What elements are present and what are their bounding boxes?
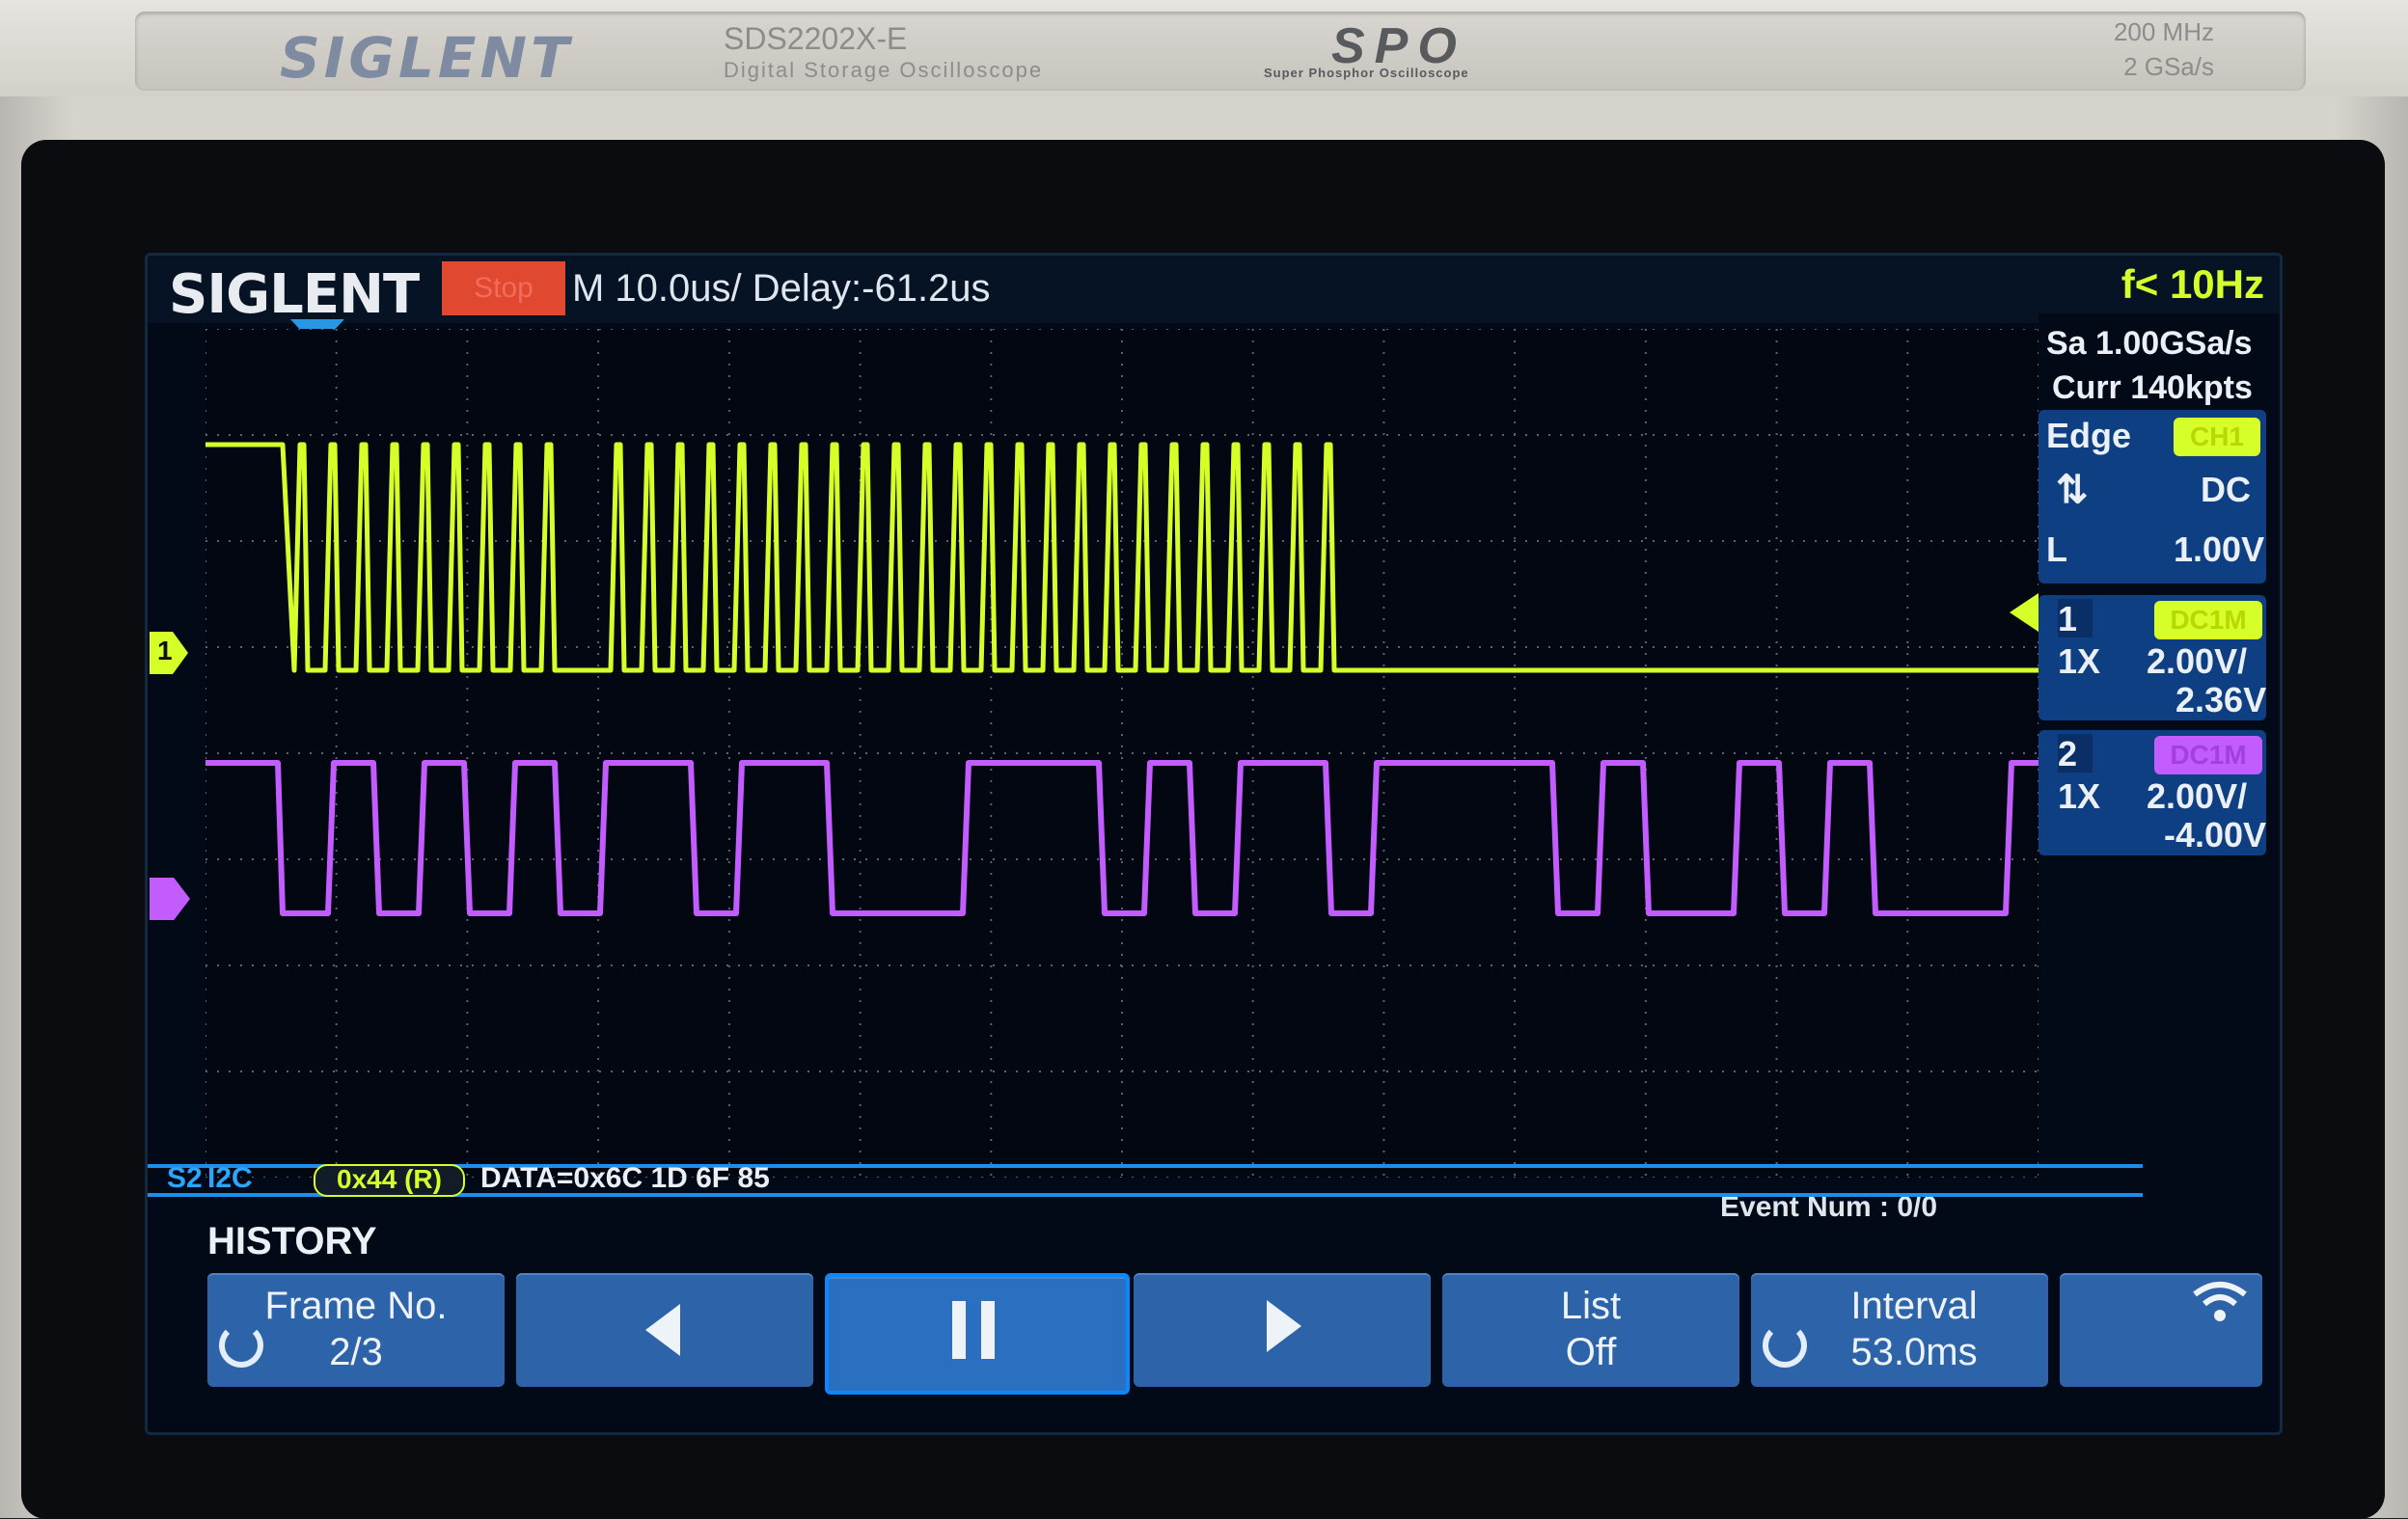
play-forward-icon (1267, 1300, 1301, 1352)
ch2-coupling-tag: DC1M (2154, 736, 2262, 774)
ch2-panel[interactable]: 2 DC1M 1X 2.00V/ -4.00V (2039, 730, 2266, 855)
interval-value: 53.0ms (1850, 1331, 1978, 1373)
trigger-level: 1.00V (2174, 529, 2265, 569)
ch1-waveform (205, 442, 2039, 673)
ch2-scale: 2.00V/ (2147, 776, 2248, 816)
pause-icon (952, 1301, 995, 1359)
trigger-panel[interactable]: Edge CH1 ⇅ DC L 1.00V (2039, 410, 2266, 583)
ch2-probe: 1X (2058, 776, 2101, 816)
interval-label: Interval (1850, 1285, 1978, 1327)
ch1-probe: 1X (2058, 641, 2101, 681)
screen-logo: SIGLENT (169, 263, 420, 326)
play-backward-icon (645, 1304, 680, 1356)
trigger-type: Edge (2046, 416, 2132, 455)
previous-frame-button[interactable] (516, 1273, 813, 1387)
edge-both-icon: ⇅ (2056, 469, 2089, 511)
spec-bandwidth: 200 MHz (2113, 17, 2214, 46)
list-label: List (1560, 1285, 1622, 1327)
ch1-scale: 2.00V/ (2147, 641, 2248, 681)
wifi-icon (2193, 1282, 2247, 1321)
ch1-panel[interactable]: 1 DC1M 1X 2.00V/ 2.36V (2039, 595, 2266, 720)
info-panel: Sa 1.00GSa/s Curr 140kpts Edge CH1 ⇅ DC … (2039, 313, 2280, 1162)
graticule (205, 329, 2039, 1178)
ch2-marker[interactable] (150, 878, 190, 920)
next-frame-button[interactable] (1134, 1273, 1431, 1387)
spo-subtitle: Super Phosphor Oscilloscope (1264, 66, 1469, 80)
ch2-number: 2 (2058, 734, 2093, 773)
ch1-marker-label: 1 (157, 636, 173, 665)
waveform-grid (205, 329, 2039, 1178)
brand-strip: SIGLENT SDS2202X-E Digital Storage Oscil… (135, 12, 2306, 91)
decode-data: DATA=0x6C 1D 6F 85 (480, 1162, 770, 1194)
pause-button[interactable] (825, 1273, 1130, 1395)
ch1-number: 1 (2058, 599, 2093, 638)
spec-samplerate: 2 GSa/s (2123, 52, 2214, 81)
model-description: Digital Storage Oscilloscope (724, 58, 1044, 82)
status-bar: SIGLENT Stop M 10.0us/ Delay:-61.2us f< … (148, 256, 2280, 326)
ch2-offset: -4.00V (2164, 815, 2267, 854)
trigger-coupling: DC (2201, 470, 2251, 509)
decode-bar[interactable]: S2 I2C 0x44 (R) DATA=0x6C 1D 6F 85 (148, 1158, 2145, 1199)
trigger-source-tag: CH1 (2174, 418, 2260, 456)
sample-rate: Sa 1.00GSa/s (2046, 325, 2253, 362)
ch1-coupling-tag: DC1M (2154, 601, 2262, 639)
memory-depth: Curr 140kpts (2052, 369, 2253, 406)
softkey-menu: Frame No. 2/3 List Off Interval 53.0ms (207, 1273, 2272, 1398)
frame-no-button[interactable]: Frame No. 2/3 (207, 1273, 505, 1387)
ch1-offset: 2.36V (2175, 680, 2267, 719)
interval-button[interactable]: Interval 53.0ms (1751, 1273, 2048, 1387)
wifi-status-button[interactable] (2060, 1273, 2262, 1387)
decode-protocol: I2C (207, 1162, 253, 1194)
frame-no-value: 2/3 (329, 1331, 383, 1373)
frame-no-label: Frame No. (264, 1285, 448, 1327)
run-stop-badge[interactable]: Stop (442, 261, 565, 315)
brand-logo: SIGLENT (280, 25, 573, 91)
menu-title: HISTORY (207, 1220, 377, 1262)
list-toggle-button[interactable]: List Off (1442, 1273, 1739, 1387)
timebase-readout[interactable]: M 10.0us/ Delay:-61.2us (572, 267, 991, 311)
trigger-level-label: L (2046, 529, 2067, 569)
ch1-level-marker[interactable]: 1 (150, 632, 188, 674)
model-label: SDS2202X-E (724, 21, 908, 56)
decode-address: 0x44 (R) (314, 1164, 465, 1197)
oscilloscope-screen: SIGLENT Stop M 10.0us/ Delay:-61.2us f< … (145, 253, 2283, 1435)
list-value: Off (1565, 1331, 1617, 1373)
trigger-frequency: f< 10Hz (2121, 261, 2264, 307)
decode-bus-label: S2 (167, 1162, 203, 1194)
